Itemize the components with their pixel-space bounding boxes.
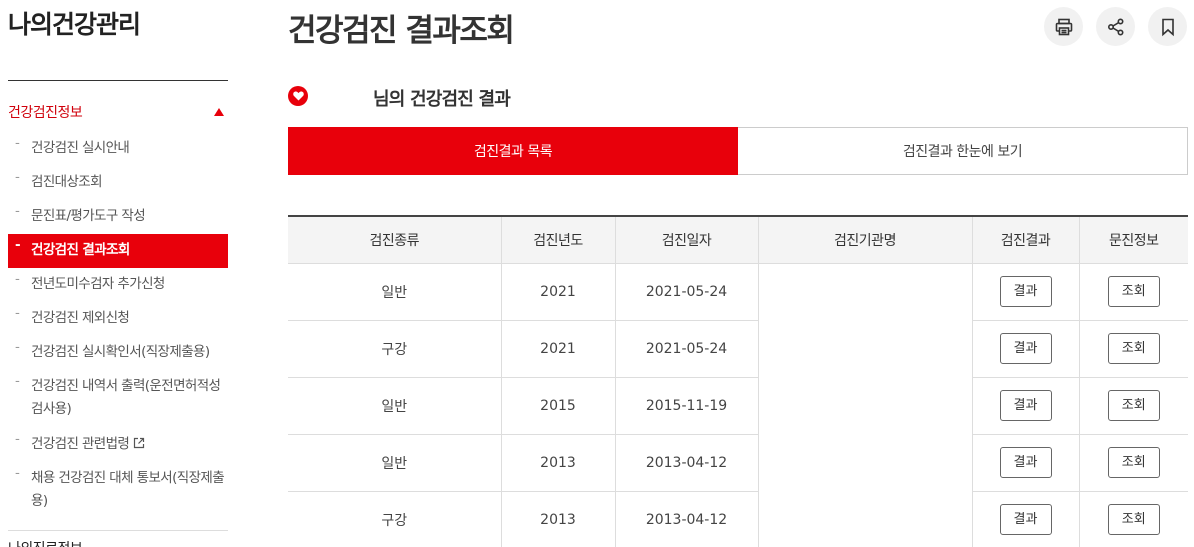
- column-header: 문진정보: [1078, 215, 1188, 264]
- table-row: 구강 2021 2021-05-24 결과 조회: [288, 320, 1188, 378]
- table-header-row: 검진종류 검진년도 검진일자 검진기관명 검진결과 문진정보: [288, 215, 1188, 264]
- heart-icon: [288, 86, 308, 106]
- table-row: 일반 2013 2013-04-12 결과 조회: [288, 434, 1188, 492]
- cell-result: 결과: [971, 263, 1079, 321]
- cell-type: 일반: [288, 434, 501, 492]
- cell-institution: [757, 434, 972, 491]
- page-title: 건강검진 결과조회: [288, 13, 515, 49]
- collapse-up-icon: [214, 108, 224, 116]
- sidebar-item-employment-notice[interactable]: 채용 건강검진 대체 통보서(직장제출용): [8, 462, 228, 520]
- column-header: 검진년도: [500, 215, 615, 264]
- sidebar-item-confirmation[interactable]: 건강검진 실시확인서(직장제출용): [8, 336, 228, 370]
- cell-date: 2013-04-12: [614, 434, 758, 492]
- cell-result: 결과: [971, 434, 1079, 492]
- cell-date: 2021-05-24: [614, 263, 758, 321]
- cell-year: 2021: [500, 263, 615, 321]
- result-button[interactable]: 결과: [999, 333, 1052, 364]
- column-header: 검진결과: [971, 215, 1079, 264]
- sidebar-item-exclusion-request[interactable]: 건강검진 제외신청: [8, 302, 228, 336]
- cell-survey: 조회: [1078, 377, 1188, 435]
- divider: [8, 80, 228, 81]
- cell-result: 결과: [971, 320, 1079, 378]
- print-icon: [1055, 18, 1072, 35]
- share-button[interactable]: [1096, 7, 1135, 46]
- cell-type: 일반: [288, 263, 501, 321]
- cell-survey: 조회: [1078, 491, 1188, 547]
- result-button[interactable]: 결과: [999, 276, 1052, 307]
- cell-type: 구강: [288, 491, 501, 547]
- cell-year: 2021: [500, 320, 615, 378]
- result-tabs: 검진결과 목록 검진결과 한눈에 보기: [288, 127, 1188, 175]
- cell-institution: [757, 491, 972, 547]
- survey-button[interactable]: 조회: [1107, 504, 1160, 535]
- cell-institution: [757, 263, 972, 320]
- sidebar-section-label: 건강검진정보: [8, 105, 83, 121]
- sidebar-section-next[interactable]: 나의진료정보: [8, 538, 83, 547]
- sidebar-item-history-print[interactable]: 건강검진 내역서 출력(운전면허적성검사용): [8, 370, 228, 428]
- cell-type: 구강: [288, 320, 501, 378]
- bookmark-button[interactable]: [1148, 7, 1187, 46]
- cell-year: 2013: [500, 491, 615, 547]
- result-table: 검진종류 검진년도 검진일자 검진기관명 검진결과 문진정보 일반 2021 2…: [288, 215, 1188, 547]
- column-header: 검진기관명: [757, 215, 972, 264]
- survey-button[interactable]: 조회: [1107, 333, 1160, 364]
- sidebar-item-checkup-guide[interactable]: 건강검진 실시안내: [8, 132, 228, 166]
- sidebar-menu: 건강검진 실시안내 검진대상조회 문진표/평가도구 작성 건강검진 결과조회 전…: [8, 132, 228, 520]
- column-header: 검진종류: [288, 215, 501, 264]
- tab-result-overview[interactable]: 검진결과 한눈에 보기: [738, 127, 1188, 175]
- sidebar-item-result-lookup[interactable]: 건강검진 결과조회: [8, 234, 228, 268]
- cell-type: 일반: [288, 377, 501, 435]
- cell-year: 2013: [500, 434, 615, 492]
- table-row: 구강 2013 2013-04-12 결과 조회: [288, 491, 1188, 547]
- divider: [8, 530, 228, 531]
- sidebar-section-toggle[interactable]: 건강검진정보: [8, 100, 228, 124]
- sidebar-item-laws[interactable]: 건강검진 관련법령: [8, 428, 228, 462]
- bookmark-icon: [1161, 18, 1174, 36]
- survey-button[interactable]: 조회: [1107, 447, 1160, 478]
- cell-year: 2015: [500, 377, 615, 435]
- table-row: 일반 2015 2015-11-19 결과 조회: [288, 377, 1188, 435]
- cell-date: 2015-11-19: [614, 377, 758, 435]
- cell-institution: [757, 377, 972, 434]
- sidebar-title: 나의건강관리: [8, 10, 141, 39]
- table-row: 일반 2021 2021-05-24 결과 조회: [288, 263, 1188, 321]
- tab-result-list[interactable]: 검진결과 목록: [288, 127, 738, 175]
- cell-date: 2013-04-12: [614, 491, 758, 547]
- result-subtitle: 님의 건강검진 결과: [373, 89, 511, 110]
- cell-date: 2021-05-24: [614, 320, 758, 378]
- result-button[interactable]: 결과: [999, 390, 1052, 421]
- share-icon: [1107, 17, 1124, 36]
- result-button[interactable]: 결과: [999, 447, 1052, 478]
- sidebar-item-questionnaire[interactable]: 문진표/평가도구 작성: [8, 200, 228, 234]
- sidebar: 나의건강관리 건강검진정보 건강검진 실시안내 검진대상조회 문진표/평가도구 …: [8, 0, 228, 547]
- survey-button[interactable]: 조회: [1107, 276, 1160, 307]
- sidebar-item-additional-request[interactable]: 전년도미수검자 추가신청: [8, 268, 228, 302]
- result-button[interactable]: 결과: [999, 504, 1052, 535]
- external-link-icon: [134, 437, 145, 449]
- cell-institution: [757, 320, 972, 377]
- cell-result: 결과: [971, 377, 1079, 435]
- print-button[interactable]: [1044, 7, 1083, 46]
- cell-survey: 조회: [1078, 320, 1188, 378]
- survey-button[interactable]: 조회: [1107, 390, 1160, 421]
- column-header: 검진일자: [614, 215, 758, 264]
- cell-result: 결과: [971, 491, 1079, 547]
- cell-survey: 조회: [1078, 434, 1188, 492]
- cell-survey: 조회: [1078, 263, 1188, 321]
- sidebar-item-target-lookup[interactable]: 검진대상조회: [8, 166, 228, 200]
